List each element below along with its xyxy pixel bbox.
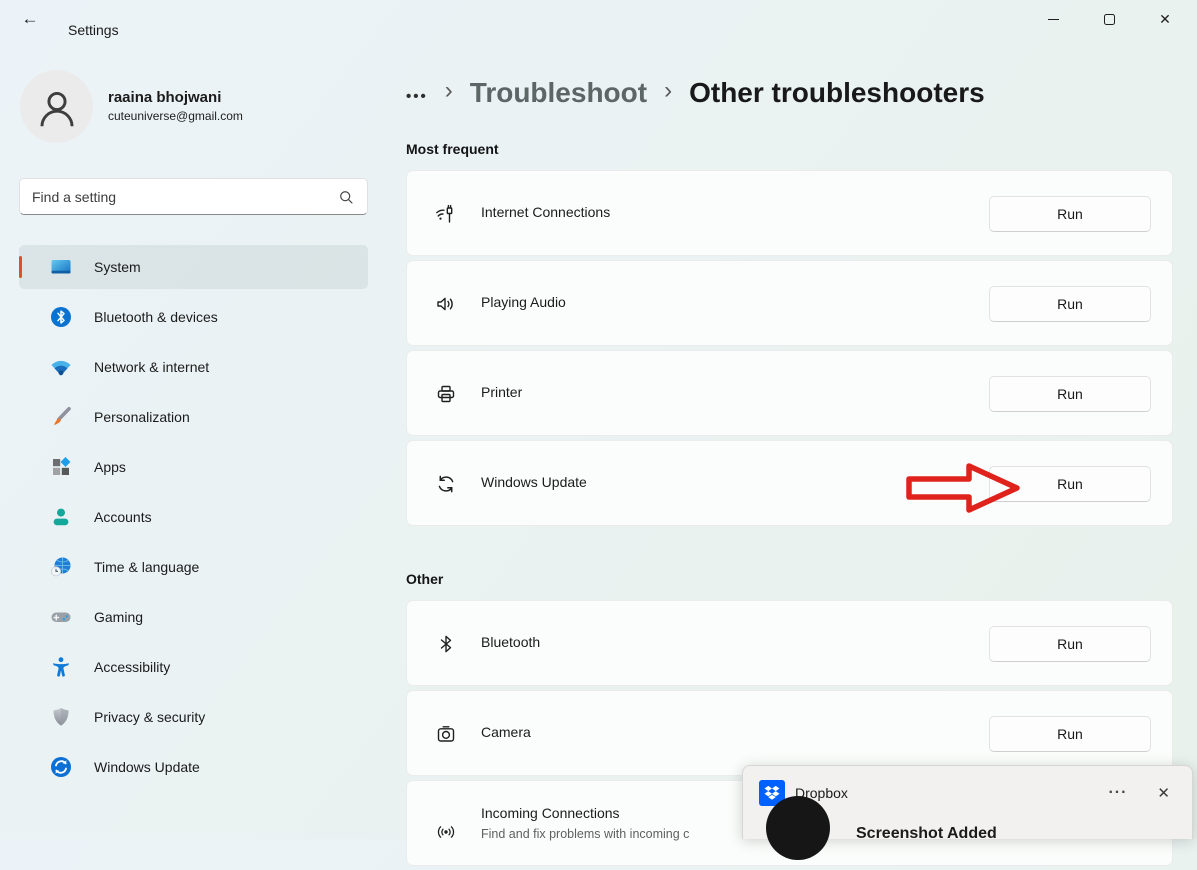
back-arrow-icon[interactable]: ← (14, 4, 46, 34)
bluetooth-icon (434, 632, 458, 656)
close-icon[interactable]: ✕ (1151, 784, 1176, 802)
sidebar-item-time-language[interactable]: Time & language (19, 545, 368, 589)
accessibility-icon (49, 655, 73, 679)
user-profile[interactable]: raaina bhojwani cuteuniverse@gmail.com (20, 70, 243, 143)
chevron-right-icon: › (664, 77, 672, 109)
sidebar-item-accounts[interactable]: Accounts (19, 495, 368, 539)
printer-icon (434, 382, 458, 406)
troubleshooter-label: Printer (481, 384, 522, 400)
troubleshooter-label: Internet Connections (481, 204, 610, 220)
window-controls: ✕ (1025, 0, 1193, 38)
sidebar-item-label: Bluetooth & devices (94, 309, 218, 325)
troubleshooter-label: Camera (481, 724, 531, 740)
run-button-bluetooth[interactable]: Run (989, 626, 1151, 662)
run-button-printer[interactable]: Run (989, 376, 1151, 412)
person-icon (35, 85, 79, 129)
sidebar-item-label: Windows Update (94, 759, 200, 775)
close-icon[interactable]: ✕ (1137, 0, 1193, 38)
troubleshooter-row-windows-update: Windows Update Run (406, 440, 1173, 526)
sidebar-item-system[interactable]: System (19, 245, 368, 289)
chevron-right-icon: › (445, 77, 453, 109)
sidebar-item-network-internet[interactable]: Network & internet (19, 345, 368, 389)
sidebar-item-label: Accessibility (94, 659, 170, 675)
section-most-frequent: Most frequent Internet Connections Run (406, 141, 1173, 530)
accounts-icon (49, 505, 73, 529)
sidebar-item-label: Gaming (94, 609, 143, 625)
section-header: Other (406, 571, 1173, 587)
privacy-security-icon (49, 705, 73, 729)
sync-icon (434, 472, 458, 496)
search-icon (338, 189, 354, 205)
sidebar-item-label: Accounts (94, 509, 152, 525)
user-name: raaina bhojwani (108, 88, 243, 108)
sidebar-item-gaming[interactable]: Gaming (19, 595, 368, 639)
troubleshooter-label: Windows Update (481, 474, 587, 490)
red-arrow-annotation (905, 462, 1023, 514)
search-input[interactable] (20, 189, 338, 205)
breadcrumb-overflow-icon[interactable]: ••• (406, 82, 428, 105)
notification-header: Dropbox ··· ✕ (759, 780, 1176, 806)
personalization-icon (49, 405, 73, 429)
windows-update-icon (49, 755, 73, 779)
troubleshooter-row-printer: Printer Run (406, 350, 1173, 436)
sidebar-item-accessibility[interactable]: Accessibility (19, 645, 368, 689)
time-language-icon (49, 555, 73, 579)
troubleshooter-row-internet-connections: Internet Connections Run (406, 170, 1173, 256)
section-header: Most frequent (406, 141, 1173, 157)
settings-nav: System Bluetooth & devices Network & int… (19, 245, 368, 795)
dropbox-notification[interactable]: Dropbox ··· ✕ Screenshot Added (742, 765, 1193, 839)
app-title: Settings (68, 22, 119, 38)
sidebar-item-privacy-security[interactable]: Privacy & security (19, 695, 368, 739)
notification-message-title: Screenshot Added (856, 825, 997, 843)
internet-connections-icon (434, 202, 458, 226)
titlebar: ← Settings ✕ (0, 0, 1197, 40)
search-box[interactable] (19, 178, 368, 215)
system-icon (49, 255, 73, 279)
bluetooth-devices-icon (49, 305, 73, 329)
run-button-internet-connections[interactable]: Run (989, 196, 1151, 232)
sidebar-item-label: Time & language (94, 559, 199, 575)
apps-icon (49, 455, 73, 479)
sidebar-item-label: Apps (94, 459, 126, 475)
troubleshooter-label: Incoming Connections (481, 805, 620, 821)
run-button-playing-audio[interactable]: Run (989, 286, 1151, 322)
sidebar-item-apps[interactable]: Apps (19, 445, 368, 489)
sidebar-item-label: Network & internet (94, 359, 209, 375)
troubleshooter-row-camera: Camera Run (406, 690, 1173, 776)
sidebar-item-label: Personalization (94, 409, 190, 425)
active-accent-bar (19, 256, 22, 278)
network-internet-icon (49, 355, 73, 379)
minimize-icon[interactable] (1025, 0, 1081, 38)
more-options-icon[interactable]: ··· (1098, 784, 1137, 802)
troubleshooter-row-bluetooth: Bluetooth Run (406, 600, 1173, 686)
maximize-icon[interactable] (1081, 0, 1137, 38)
camera-icon (434, 722, 458, 746)
run-button-camera[interactable]: Run (989, 716, 1151, 752)
breadcrumb: ••• › Troubleshoot › Other troubleshoote… (406, 72, 985, 114)
incoming-connections-icon (434, 820, 458, 844)
troubleshooter-label: Bluetooth (481, 634, 540, 650)
breadcrumb-troubleshoot[interactable]: Troubleshoot (470, 77, 647, 109)
user-email: cuteuniverse@gmail.com (108, 108, 243, 125)
avatar (20, 70, 93, 143)
sidebar-item-personalization[interactable]: Personalization (19, 395, 368, 439)
troubleshooter-row-playing-audio: Playing Audio Run (406, 260, 1173, 346)
sidebar-item-label: Privacy & security (94, 709, 205, 725)
troubleshooter-label: Playing Audio (481, 294, 566, 310)
page-title: Other troubleshooters (689, 77, 985, 109)
playing-audio-icon (434, 292, 458, 316)
sidebar-item-windows-update[interactable]: Windows Update (19, 745, 368, 789)
notification-thumbnail (766, 796, 830, 860)
gaming-icon (49, 605, 73, 629)
sidebar-item-label: System (94, 259, 141, 275)
sidebar-item-bluetooth-devices[interactable]: Bluetooth & devices (19, 295, 368, 339)
